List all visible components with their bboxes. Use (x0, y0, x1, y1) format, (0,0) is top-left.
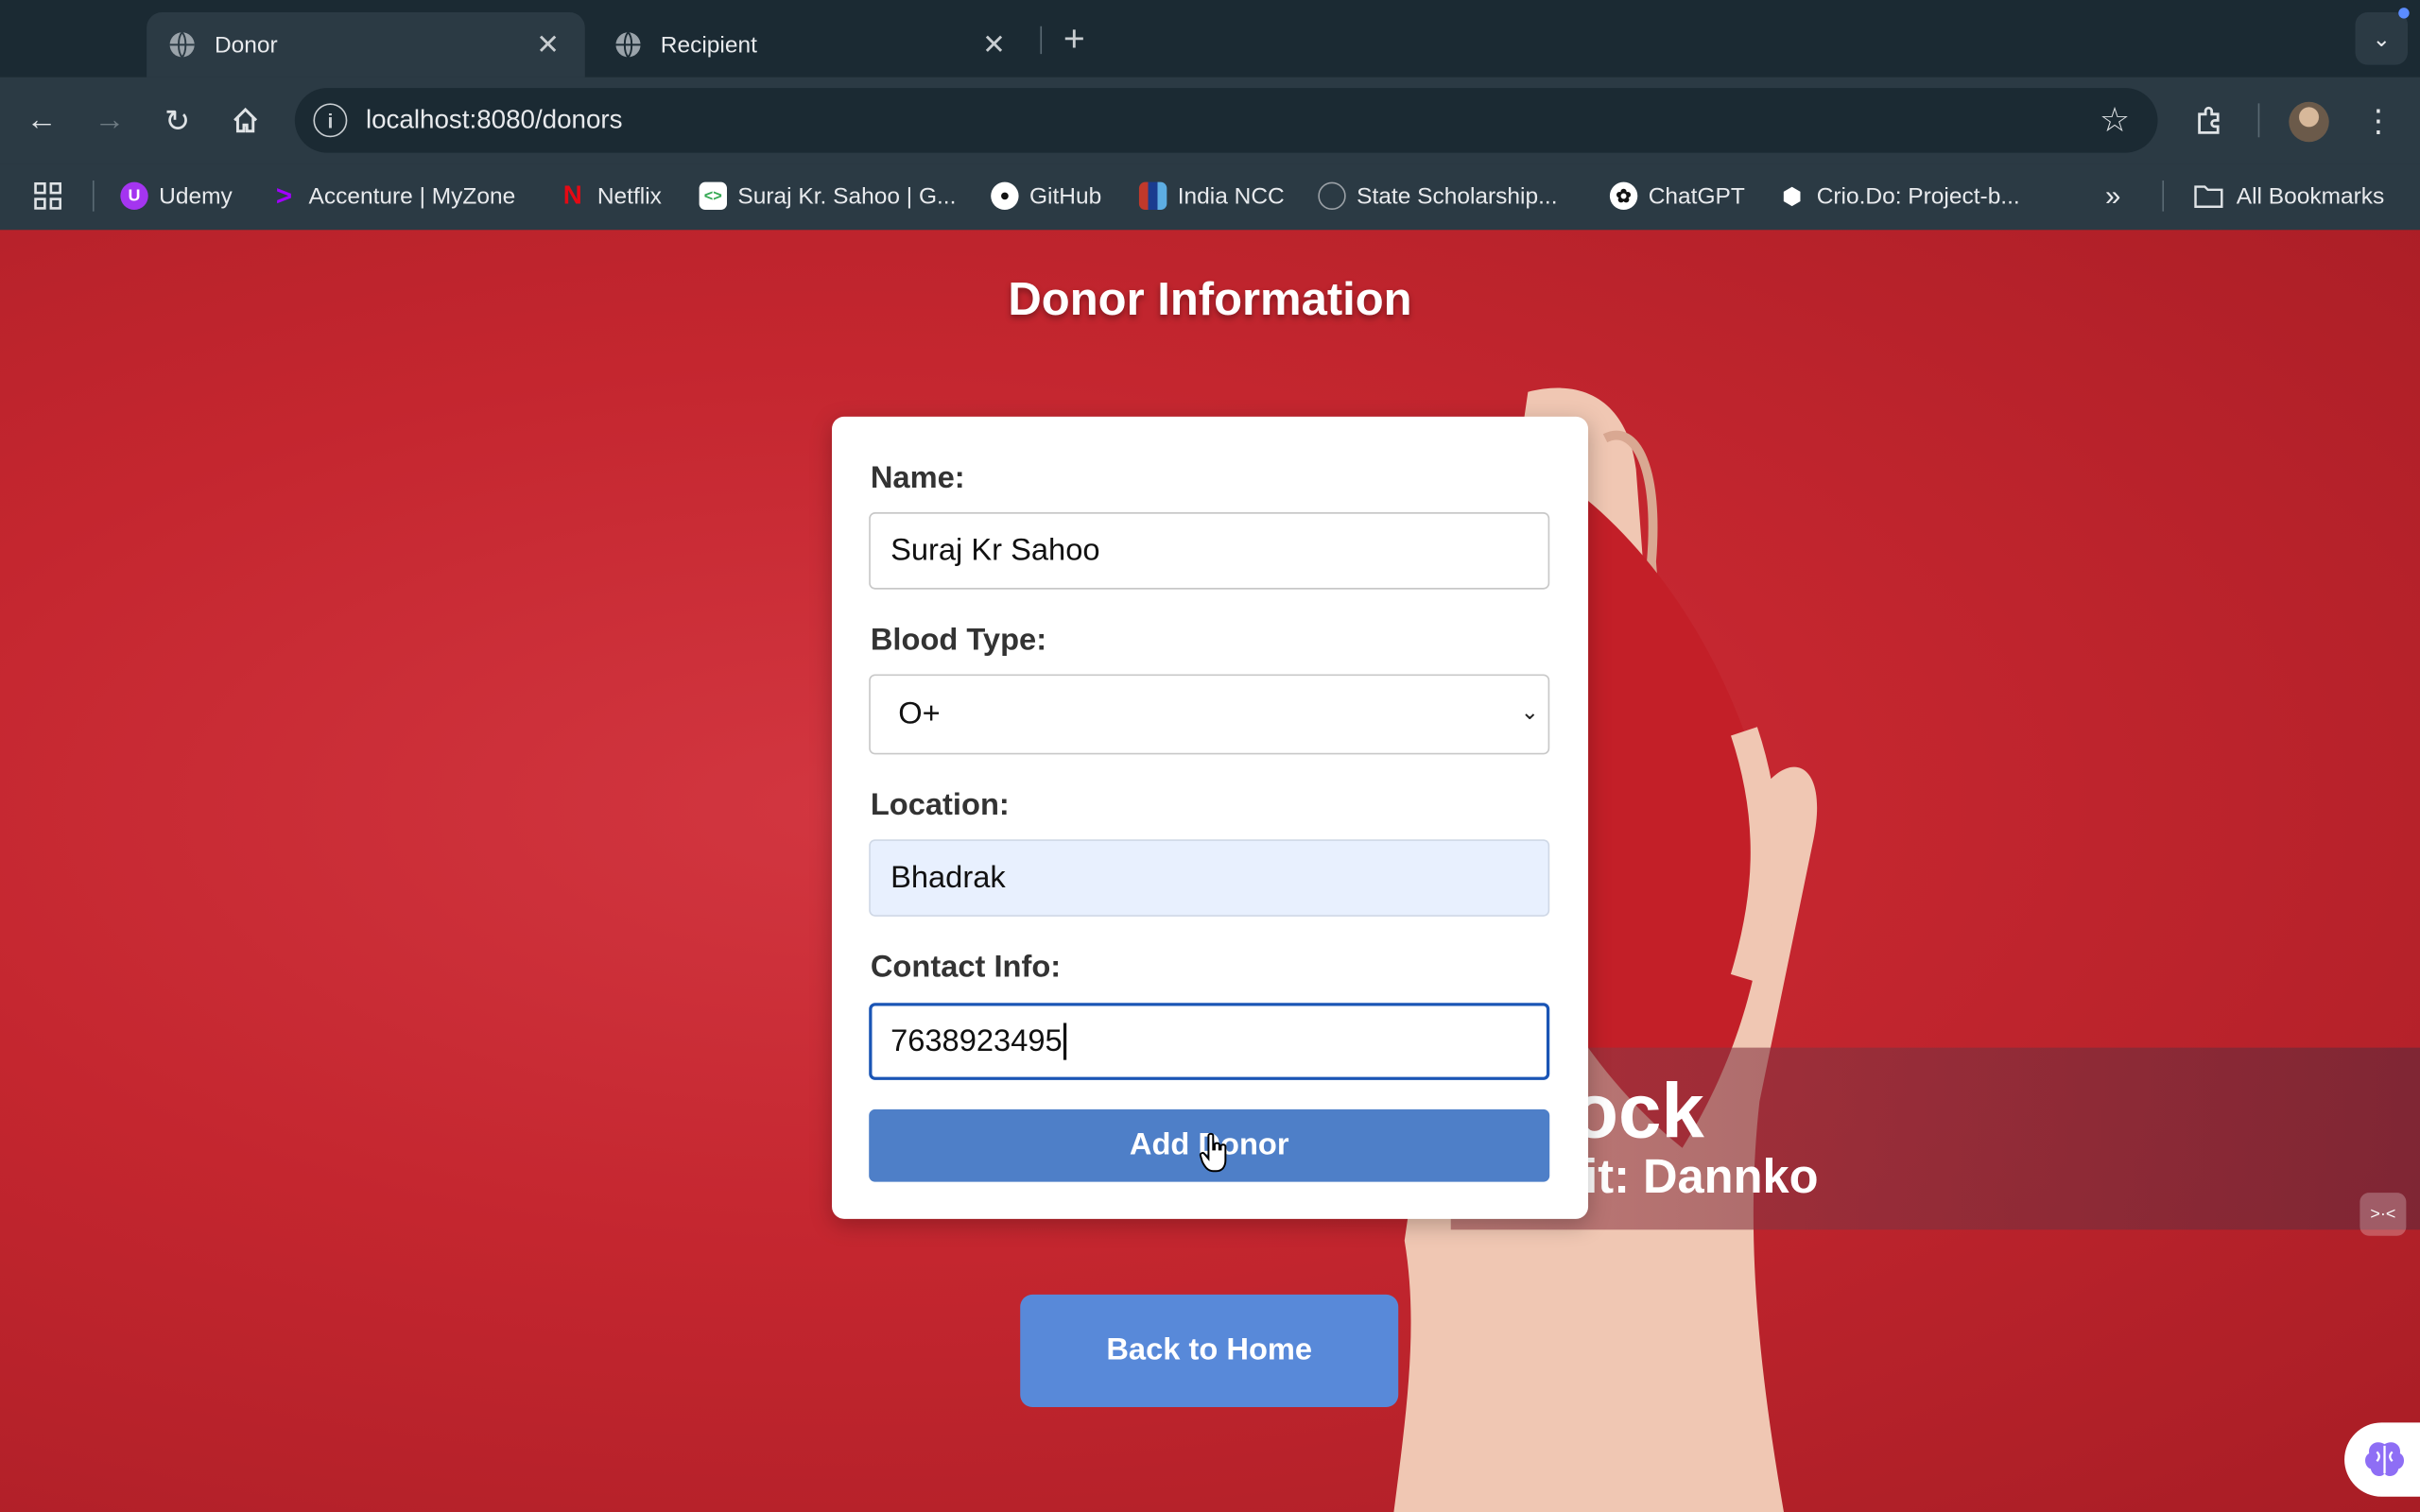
bookmark-suraj[interactable]: <> Suraj Kr. Sahoo | G... (699, 179, 957, 213)
bookmark-label: Netflix (596, 182, 662, 210)
tab-donor[interactable]: Donor ✕ (147, 12, 585, 77)
brain-extension-icon[interactable] (2344, 1422, 2420, 1497)
ncc-icon (1138, 181, 1167, 211)
bookmark-label: GitHub (1029, 182, 1102, 210)
github-icon: ● (991, 181, 1019, 211)
avatar[interactable] (2289, 101, 2329, 143)
bookmark-star-icon[interactable]: ☆ (2100, 100, 2130, 140)
tab-separator (1040, 26, 1043, 55)
contact-info-label: Contact Info: (870, 950, 1062, 985)
tab-strip: Donor ✕ Recipient ✕ + ⌄ (0, 0, 2420, 77)
chatgpt-icon: ✿ (1609, 181, 1638, 211)
globe-icon (169, 31, 195, 59)
bookmark-github[interactable]: ● GitHub (991, 179, 1101, 213)
url-text[interactable]: localhost:8080/donors (366, 105, 2100, 136)
bookmark-separator (92, 180, 95, 212)
notification-dot (2398, 8, 2410, 19)
reload-icon[interactable]: ↻ (156, 98, 199, 142)
tab-title: Donor (214, 31, 278, 59)
location-input-value: Bhadrak (890, 860, 1006, 895)
location-label: Location: (870, 788, 1010, 823)
bookmark-label: Accenture | MyZone (308, 182, 516, 210)
blood-type-value: O+ (898, 696, 941, 731)
menu-icon[interactable]: ⋮ (2357, 98, 2400, 142)
back-arrow-icon[interactable]: ← (20, 98, 63, 142)
page-background: ock lit: Dannko Donor Information Name: … (0, 230, 2420, 1512)
bookmark-udemy[interactable]: U Udemy (120, 179, 233, 213)
bookmark-netflix[interactable]: N Netflix (559, 179, 662, 213)
udemy-icon: U (120, 181, 148, 211)
bookmark-crio[interactable]: ⬢ Crio.Do: Project-b... (1778, 179, 2020, 213)
bookmark-separator (2162, 180, 2165, 212)
crio-icon: ⬢ (1782, 182, 1802, 208)
site-info-icon[interactable]: i (313, 103, 348, 138)
new-tab-icon[interactable]: + (1056, 19, 1093, 62)
globe-icon (615, 31, 641, 59)
bookmark-label: State Scholarship... (1357, 182, 1558, 210)
more-bookmarks-chevron-icon[interactable]: » (2105, 179, 2120, 213)
contact-info-input[interactable]: 7638923495 (869, 1003, 1550, 1080)
hand-pointer-cursor-icon (1199, 1132, 1227, 1173)
donor-form: Name: Suraj Kr Sahoo Blood Type: O+ ⌄ Lo… (832, 416, 1589, 1219)
extensions-icon[interactable] (2188, 98, 2232, 142)
bookmark-scholarship[interactable]: State Scholarship... (1318, 179, 1558, 213)
all-bookmarks-label: All Bookmarks (2236, 182, 2385, 210)
all-bookmarks-button[interactable]: All Bookmarks (2193, 179, 2384, 213)
site-icon: <> (699, 181, 728, 211)
accenture-icon: > (275, 180, 292, 211)
blood-type-label: Blood Type: (870, 623, 1047, 658)
tab-search-chevron-icon[interactable]: ⌄ (2355, 12, 2409, 65)
bookmark-label: ChatGPT (1648, 182, 1745, 210)
forward-arrow-icon[interactable]: → (88, 98, 131, 142)
back-to-home-button[interactable]: Back to Home (1020, 1294, 1399, 1408)
bookmark-label: Udemy (159, 182, 233, 210)
name-label: Name: (870, 461, 965, 496)
close-icon[interactable]: ✕ (978, 28, 1010, 60)
netflix-icon: N (562, 180, 582, 211)
close-icon[interactable]: ✕ (532, 28, 563, 60)
bookmarks-bar: U Udemy > Accenture | MyZone N Netflix <… (0, 163, 2420, 232)
bookmark-ncc[interactable]: India NCC (1138, 179, 1285, 213)
tab-recipient[interactable]: Recipient ✕ (593, 12, 1031, 77)
bookmark-chatgpt[interactable]: ✿ ChatGPT (1609, 179, 1745, 213)
contact-info-value: 7638923495 (890, 1023, 1063, 1058)
background-watermark-banner: ock lit: Dannko (1450, 1047, 2420, 1230)
text-caret (1063, 1022, 1066, 1060)
tab-title: Recipient (660, 31, 757, 59)
bookmark-label: Crio.Do: Project-b... (1816, 182, 2020, 210)
folder-icon (2194, 185, 2223, 209)
watermark-text: ock (1571, 1067, 1704, 1155)
page-title: Donor Information (1008, 274, 1412, 326)
name-input-value: Suraj Kr Sahoo (890, 533, 1100, 568)
chevron-down-icon: ⌄ (1520, 698, 1539, 724)
location-input[interactable]: Bhadrak (869, 839, 1550, 917)
apps-grid-icon[interactable] (32, 179, 63, 213)
bookmark-accenture[interactable]: > Accenture | MyZone (270, 179, 516, 213)
blood-type-select[interactable]: O+ ⌄ (869, 674, 1550, 755)
browser-toolbar: ← → ↻ i localhost:8080/donors ☆ ⋮ (0, 77, 2420, 164)
home-icon[interactable] (224, 98, 268, 142)
bookmark-label: India NCC (1177, 182, 1285, 210)
watermark-credit: lit: Dannko (1571, 1149, 1819, 1204)
scholarship-icon (1318, 181, 1346, 211)
bookmark-label: Suraj Kr. Sahoo | G... (737, 182, 957, 210)
toolbar-separator (2257, 103, 2260, 138)
address-bar[interactable]: i localhost:8080/donors ☆ (294, 88, 2158, 153)
name-input[interactable]: Suraj Kr Sahoo (869, 512, 1550, 590)
translate-widget-icon[interactable]: >·< (2360, 1193, 2407, 1236)
